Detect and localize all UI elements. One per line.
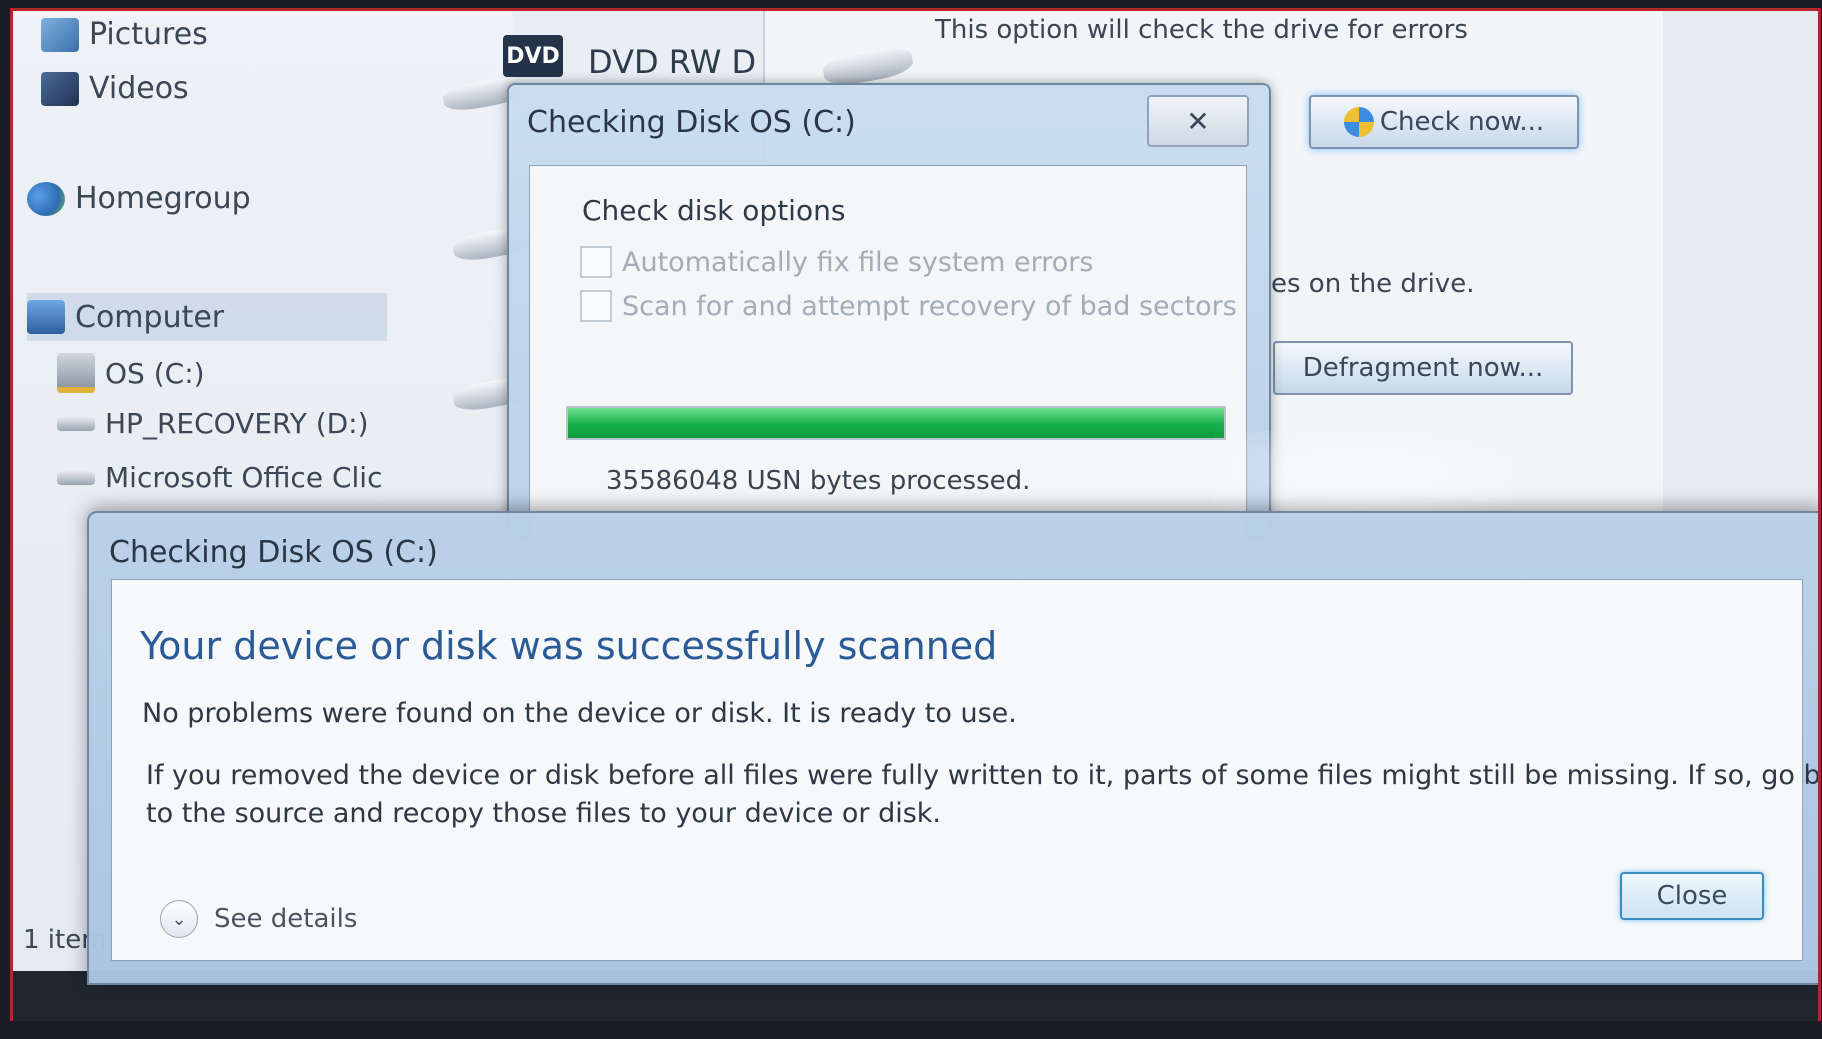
see-details-label: See details (214, 904, 358, 934)
nav-item-os-c[interactable]: OS (C:) (57, 353, 205, 393)
chevron-down-icon[interactable]: ⌄ (160, 900, 198, 938)
check-disk-options-title: Check disk options (582, 194, 846, 227)
close-icon[interactable]: ✕ (1147, 95, 1249, 147)
nav-item-computer[interactable]: Computer (27, 293, 387, 341)
nav-item-videos[interactable]: Videos (41, 71, 189, 106)
homegroup-icon (27, 181, 65, 216)
pictures-icon (41, 17, 79, 52)
drive-icon (57, 416, 95, 431)
result-message: No problems were found on the device or … (142, 698, 1017, 729)
option-scan-bad-sectors[interactable]: Scan for and attempt recovery of bad sec… (580, 290, 1237, 322)
progress-bar (566, 406, 1226, 440)
result-warning-line-1: If you removed the device or disk before… (146, 760, 1821, 791)
dvd-drive-label[interactable]: DVD RW D (588, 43, 756, 81)
error-check-info: This option will check the drive for err… (935, 15, 1468, 45)
screen: Pictures Videos Homegroup Computer OS (C… (10, 8, 1821, 1021)
dvd-badge-text: DVD (506, 43, 560, 69)
dialog-body: Your device or disk was successfully sca… (111, 579, 1818, 961)
check-now-button[interactable]: Check now... (1309, 95, 1579, 149)
nav-item-office-drive[interactable]: Microsoft Office Clic (57, 461, 382, 494)
result-warning-line-2: to the source and recopy those files to … (146, 798, 942, 829)
close-button[interactable]: Close (1620, 872, 1764, 920)
nav-item-hp-recovery[interactable]: HP_RECOVERY (D:) (57, 407, 369, 440)
dialog-body: Check disk options Automatically fix fil… (529, 165, 1247, 537)
window-edge (1663, 11, 1818, 531)
progress-status: 35586048 USN bytes processed. (606, 466, 1031, 496)
see-details-toggle[interactable]: ⌄ See details (160, 900, 357, 938)
option-label: Automatically fix file system errors (622, 246, 1094, 278)
checkbox[interactable] (580, 246, 612, 278)
drive-icon (57, 470, 95, 485)
defragment-now-button[interactable]: Defragment now... (1273, 341, 1573, 395)
nav-item-label: Videos (89, 71, 189, 106)
nav-item-homegroup[interactable]: Homegroup (27, 181, 251, 216)
result-dialog: Checking Disk OS (C:) Your device or dis… (87, 511, 1818, 985)
defrag-info: es on the drive. (1271, 269, 1475, 299)
hard-drive-icon (57, 353, 95, 393)
nav-item-label: OS (C:) (105, 356, 205, 390)
nav-item-label: Microsoft Office Clic (105, 461, 383, 494)
nav-item-pictures[interactable]: Pictures (41, 17, 208, 52)
progress-dialog: Checking Disk OS (C:) ✕ Check disk optio… (507, 83, 1271, 537)
checkbox[interactable] (580, 290, 612, 322)
option-label: Scan for and attempt recovery of bad sec… (622, 290, 1237, 322)
nav-item-label: Homegroup (75, 181, 251, 216)
option-fix-errors[interactable]: Automatically fix file system errors (580, 246, 1093, 278)
check-now-label: Check now... (1379, 107, 1545, 137)
videos-icon (41, 71, 79, 106)
progress-fill (568, 408, 1224, 438)
nav-item-label: Computer (75, 299, 225, 335)
nav-item-label: HP_RECOVERY (D:) (105, 407, 369, 440)
result-heading: Your device or disk was successfully sca… (140, 624, 998, 668)
nav-item-label: Pictures (89, 17, 208, 52)
dialog-title: Checking Disk OS (C:) (109, 535, 438, 570)
dvd-icon: DVD (503, 35, 563, 77)
computer-icon (27, 300, 65, 334)
shield-icon (1343, 107, 1374, 137)
dialog-title: Checking Disk OS (C:) (527, 105, 856, 140)
